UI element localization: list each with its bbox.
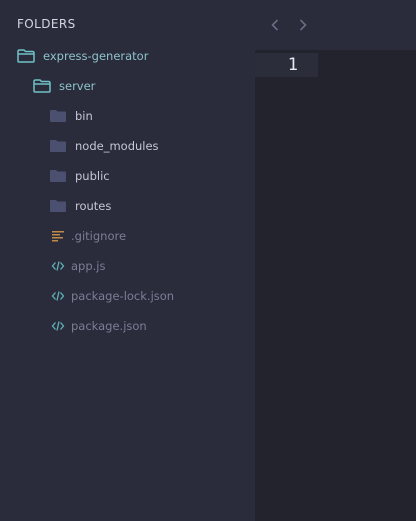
tree-item-server[interactable]: server [33, 74, 95, 98]
nav-forward-button[interactable] [295, 16, 311, 34]
chevron-right-icon [299, 19, 307, 31]
tree-item-routes[interactable]: routes [49, 194, 111, 218]
tree-item-express-generator[interactable]: express-generator [17, 44, 148, 68]
tree-item-package-json[interactable]: package.json [51, 314, 147, 338]
tree-item-gitignore[interactable]: .gitignore [51, 224, 126, 248]
line-number: 1 [255, 53, 318, 77]
tree-item-label: package-lock.json [71, 289, 175, 303]
chevron-left-icon [271, 19, 279, 31]
editor-window: FOLDERS express-generator server bin nod… [0, 0, 416, 521]
code-file-icon [51, 289, 65, 303]
editor-pane[interactable]: 1 [255, 0, 416, 521]
tree-item-label: app.js [71, 259, 106, 273]
tree-item-label: server [59, 79, 96, 93]
tree-item-label: public [75, 169, 110, 183]
tab-bar [255, 0, 416, 50]
tree-item-public[interactable]: public [49, 164, 110, 188]
code-file-icon [51, 259, 65, 273]
code-file-icon [51, 319, 65, 333]
folder-open-icon [33, 79, 51, 93]
folder-icon [49, 109, 67, 123]
tree-item-node-modules[interactable]: node_modules [49, 134, 159, 158]
tree-item-label: .gitignore [71, 229, 127, 243]
tree-item-label: bin [75, 109, 93, 123]
text-file-icon [51, 229, 65, 243]
tree-item-label: node_modules [75, 139, 159, 153]
folder-open-icon [17, 49, 35, 63]
folder-icon [49, 169, 67, 183]
folder-icon [49, 139, 67, 153]
nav-back-button[interactable] [267, 16, 283, 34]
folder-icon [49, 199, 67, 213]
folders-header: FOLDERS [17, 17, 76, 31]
tree-item-package-lock-json[interactable]: package-lock.json [51, 284, 174, 308]
sidebar: FOLDERS express-generator server bin nod… [0, 0, 255, 521]
tree-item-app-js[interactable]: app.js [51, 254, 106, 278]
tree-item-bin[interactable]: bin [49, 104, 93, 128]
tree-item-label: express-generator [43, 49, 149, 63]
tree-item-label: routes [75, 199, 112, 213]
tree-item-label: package.json [71, 319, 147, 333]
